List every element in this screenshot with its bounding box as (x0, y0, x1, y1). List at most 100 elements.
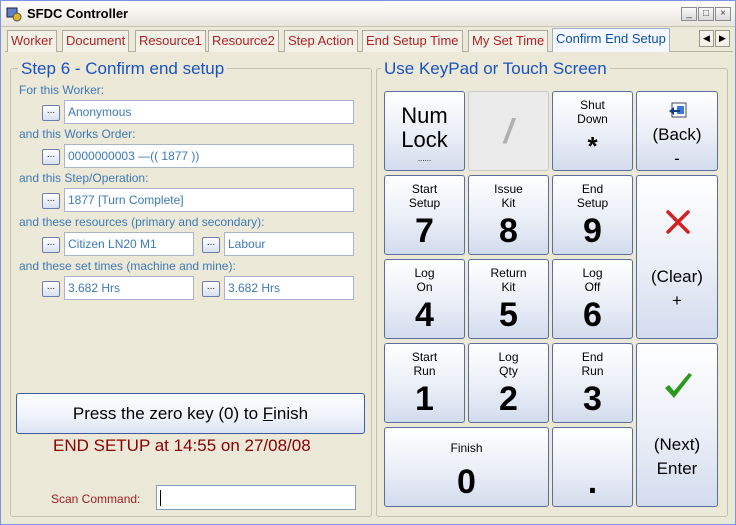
green-check-icon (665, 373, 692, 398)
works-order-label: and this Works Order: (19, 127, 136, 141)
key-0-finish[interactable]: Finish 0 (384, 427, 549, 507)
finish-button[interactable]: Press the zero key (0) to Finish (16, 393, 365, 434)
key-5-line1: Return (490, 266, 527, 280)
finish-button-label-pre: Press the zero key (0) to (72, 404, 263, 423)
key-8-digit: 8 (499, 212, 518, 250)
secondary-resource-browse-button[interactable]: ... (202, 237, 220, 253)
key-4-line2: On (416, 280, 433, 294)
shut-down-key[interactable]: Shut Down * (552, 91, 633, 171)
title-bar: SFDC Controller _ □ × (1, 1, 735, 27)
clear-key[interactable]: (Clear) + (636, 175, 718, 339)
finish-button-label-post: inish (273, 404, 309, 423)
key-4-digit: 4 (415, 296, 434, 334)
status-message: END SETUP at 14:55 on 27/08/08 (53, 436, 311, 455)
next-enter-key[interactable]: (Next) Enter (636, 343, 718, 507)
back-key-symbol: - (674, 149, 680, 168)
clear-key-label: (Clear) (651, 267, 703, 286)
key-3-digit: 3 (583, 380, 602, 418)
key-3-line2: Run (581, 364, 604, 378)
key-7-digit: 7 (415, 212, 434, 250)
tab-document[interactable]: Document (62, 30, 130, 52)
tab-scroll-left-icon[interactable]: ◀ (699, 30, 714, 47)
back-key[interactable]: (Back) - (636, 91, 718, 171)
minimize-button[interactable]: _ (681, 7, 697, 21)
key-7-line2: Setup (408, 196, 441, 210)
worker-label: For this Worker: (19, 83, 105, 97)
text-caret (160, 490, 161, 506)
key-0-digit: 0 (457, 463, 476, 501)
step-operation-field[interactable]: 1877 [Turn Complete] (64, 188, 354, 212)
worker-browse-button[interactable]: ... (42, 105, 60, 121)
key-1-start-run[interactable]: Start Run 1 (384, 343, 465, 423)
window-title: SFDC Controller (27, 6, 129, 21)
key-1-line2: Run (413, 364, 436, 378)
key-6-log-off[interactable]: Log Off 6 (552, 259, 633, 339)
key-9-end-setup[interactable]: End Setup 9 (552, 175, 633, 255)
next-key-enter: Enter (656, 459, 698, 478)
step-browse-button[interactable]: ... (42, 193, 60, 209)
scan-command-input[interactable] (156, 485, 356, 510)
key-4-line1: Log (414, 266, 435, 280)
num-lock-key[interactable]: Num Lock ...... (384, 91, 465, 171)
back-key-label: (Back) (652, 125, 702, 144)
key-8-line1: Issue (494, 182, 523, 196)
keypad-title: Use KeyPad or Touch Screen (381, 59, 610, 79)
step-title: Step 6 - Confirm end setup (18, 59, 228, 79)
finish-button-hotkey: F (262, 404, 274, 423)
close-button[interactable]: × (715, 7, 731, 21)
key-2-log-qty[interactable]: Log Qty 2 (468, 343, 549, 423)
key-3-end-run[interactable]: End Run 3 (552, 343, 633, 423)
maximize-button[interactable]: □ (698, 7, 714, 21)
key-2-line2: Qty (499, 364, 518, 378)
my-time-field[interactable]: 3.682 Hrs (224, 276, 354, 300)
key-9-line2: Setup (576, 196, 609, 210)
tab-strip: Worker Document Resource1 Resource2 Step… (5, 28, 733, 52)
primary-resource-browse-button[interactable]: ... (42, 237, 60, 253)
key-8-line2: Kit (501, 196, 516, 210)
tab-resource2[interactable]: Resource2 (208, 30, 279, 52)
my-time-browse-button[interactable]: ... (202, 281, 220, 297)
machine-time-browse-button[interactable]: ... (42, 281, 60, 297)
tab-end-setup-time[interactable]: End Setup Time (362, 30, 463, 52)
clear-key-symbol: + (672, 291, 682, 310)
key-1-line1: Start (411, 350, 438, 364)
decimal-point-label: . (587, 463, 598, 501)
key-1-digit: 1 (415, 380, 434, 418)
key-0-line1: Finish (450, 441, 483, 455)
tab-step-action[interactable]: Step Action (284, 30, 358, 52)
back-arrow-icon (669, 102, 687, 118)
works-order-browse-button[interactable]: ... (42, 149, 60, 165)
works-order-field[interactable]: 0000000003 —(( 1877 )) (64, 144, 354, 168)
key-7-start-setup[interactable]: Start Setup 7 (384, 175, 465, 255)
secondary-resource-field[interactable]: Labour (224, 232, 354, 256)
num-lock-sub: ...... (417, 154, 432, 163)
tab-scroll-right-icon[interactable]: ▶ (715, 30, 730, 47)
tab-worker[interactable]: Worker (7, 30, 57, 52)
app-icon (6, 7, 22, 22)
decimal-point-key[interactable]: . (552, 427, 633, 507)
key-8-issue-kit[interactable]: Issue Kit 8 (468, 175, 549, 255)
red-x-icon (666, 210, 690, 234)
worker-field[interactable]: Anonymous (64, 100, 354, 124)
sfdc-controller-window: SFDC Controller _ □ × Worker Document Re… (0, 0, 736, 525)
key-5-line2: Kit (501, 280, 516, 294)
key-2-digit: 2 (499, 380, 518, 418)
key-7-line1: Start (411, 182, 438, 196)
scan-command-label: Scan Command: (51, 492, 141, 506)
key-6-line1: Log (582, 266, 603, 280)
tab-confirm-end-setup[interactable]: Confirm End Setup (552, 28, 670, 52)
shut-down-line1: Shut (580, 98, 605, 112)
machine-time-field[interactable]: 3.682 Hrs (64, 276, 194, 300)
tab-my-set-time[interactable]: My Set Time (468, 30, 549, 52)
num-lock-line1: Num (401, 103, 448, 128)
slash-key-label: / (503, 113, 514, 151)
key-4-log-on[interactable]: Log On 4 (384, 259, 465, 339)
num-lock-line2: Lock (401, 127, 448, 152)
slash-key: / (468, 91, 549, 171)
resources-label: and these resources (primary and seconda… (19, 215, 265, 229)
primary-resource-field[interactable]: Citizen LN20 M1 (64, 232, 194, 256)
step-operation-label: and this Step/Operation: (19, 171, 149, 185)
tab-resource1[interactable]: Resource1 (135, 30, 206, 52)
key-5-return-kit[interactable]: Return Kit 5 (468, 259, 549, 339)
key-2-line1: Log (498, 350, 519, 364)
